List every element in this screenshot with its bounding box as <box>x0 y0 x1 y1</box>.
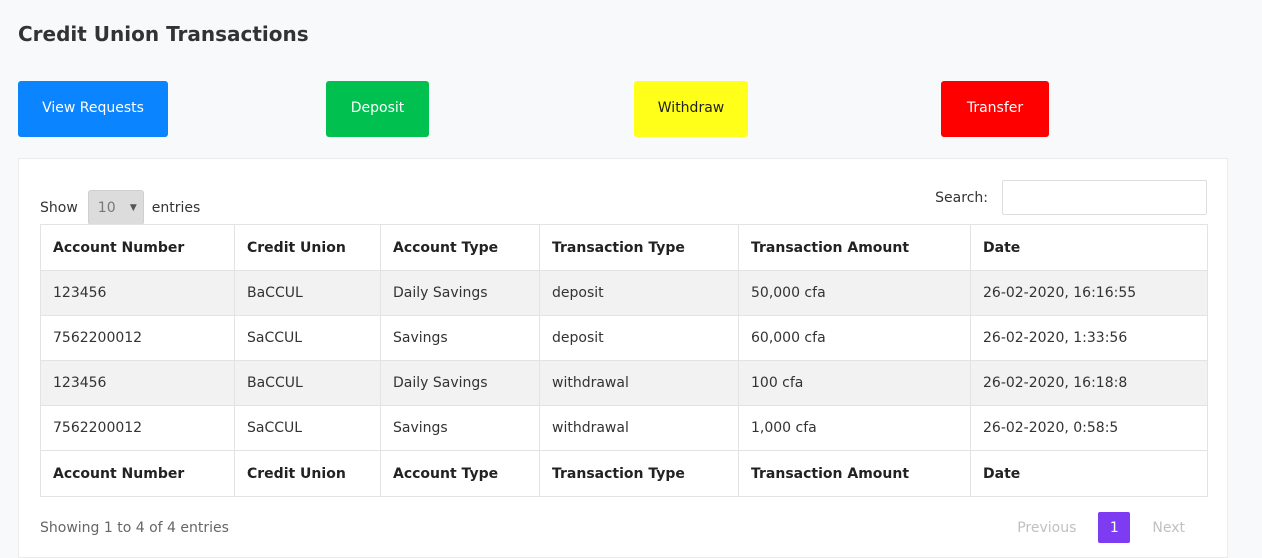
column-header-date[interactable]: Date <box>970 224 1208 271</box>
cell-account-type: Daily Savings <box>380 270 540 316</box>
column-header-credit-union[interactable]: Credit Union <box>234 224 381 271</box>
caret-down-icon: ▼ <box>129 202 137 213</box>
pagination: Previous 1 Next <box>995 512 1207 543</box>
table-row: 7562200012 SaCCUL Savings deposit 60,000… <box>40 315 1208 361</box>
table-row: 7562200012 SaCCUL Savings withdrawal 1,0… <box>40 405 1208 451</box>
previous-page-button[interactable]: Previous <box>995 520 1098 536</box>
column-header-transaction-amount[interactable]: Transaction Amount <box>738 224 971 271</box>
table-row: 123456 BaCCUL Daily Savings deposit 50,0… <box>40 270 1208 316</box>
column-header-account-number[interactable]: Account Number <box>40 224 235 271</box>
entries-select-value: 10 <box>97 199 116 216</box>
entries-select[interactable]: 10 ▼ <box>87 190 144 225</box>
cell-account-type: Savings <box>380 315 540 361</box>
entries-label: entries <box>151 199 201 216</box>
cell-account-number: 123456 <box>40 270 235 316</box>
next-page-button[interactable]: Next <box>1130 520 1207 536</box>
cell-credit-union: BaCCUL <box>234 360 381 406</box>
footer-header-transaction-type: Transaction Type <box>539 450 739 497</box>
cell-date: 26-02-2020, 1:33:56 <box>970 315 1208 361</box>
withdraw-button[interactable]: Withdraw <box>634 81 748 137</box>
table-footer-row: Account Number Credit Union Account Type… <box>40 450 1208 497</box>
cell-transaction-type: deposit <box>539 270 739 316</box>
cell-transaction-type: deposit <box>539 315 739 361</box>
search-input[interactable] <box>1002 180 1207 215</box>
footer-header-transaction-amount: Transaction Amount <box>738 450 971 497</box>
footer-header-credit-union: Credit Union <box>234 450 381 497</box>
deposit-button[interactable]: Deposit <box>326 81 429 137</box>
transfer-button[interactable]: Transfer <box>941 81 1049 137</box>
cell-credit-union: SaCCUL <box>234 315 381 361</box>
cell-account-number: 7562200012 <box>40 315 235 361</box>
cell-date: 26-02-2020, 0:58:5 <box>970 405 1208 451</box>
entries-length-control: Show 10 ▼ entries <box>40 190 200 225</box>
table-row: 123456 BaCCUL Daily Savings withdrawal 1… <box>40 360 1208 406</box>
search-control: Search: <box>935 180 1207 215</box>
cell-account-number: 123456 <box>40 360 235 406</box>
view-requests-button[interactable]: View Requests <box>18 81 168 137</box>
table-info: Showing 1 to 4 of 4 entries <box>40 520 229 536</box>
page-1-button[interactable]: 1 <box>1098 512 1131 543</box>
cell-transaction-type: withdrawal <box>539 360 739 406</box>
cell-transaction-amount: 1,000 cfa <box>738 405 971 451</box>
column-header-transaction-type[interactable]: Transaction Type <box>539 224 739 271</box>
cell-transaction-type: withdrawal <box>539 405 739 451</box>
cell-date: 26-02-2020, 16:16:55 <box>970 270 1208 316</box>
table-header-row: Account Number Credit Union Account Type… <box>40 224 1208 271</box>
cell-transaction-amount: 60,000 cfa <box>738 315 971 361</box>
footer-header-account-type: Account Type <box>380 450 540 497</box>
cell-date: 26-02-2020, 16:18:8 <box>970 360 1208 406</box>
show-label: Show <box>40 199 78 216</box>
search-label: Search: <box>935 189 988 206</box>
transactions-table: Account Number Credit Union Account Type… <box>40 224 1208 497</box>
cell-credit-union: BaCCUL <box>234 270 381 316</box>
column-header-account-type[interactable]: Account Type <box>380 224 540 271</box>
cell-account-type: Savings <box>380 405 540 451</box>
cell-credit-union: SaCCUL <box>234 405 381 451</box>
cell-account-number: 7562200012 <box>40 405 235 451</box>
footer-header-account-number: Account Number <box>40 450 235 497</box>
footer-header-date: Date <box>970 450 1208 497</box>
cell-transaction-amount: 100 cfa <box>738 360 971 406</box>
page-title: Credit Union Transactions <box>18 22 309 46</box>
cell-transaction-amount: 50,000 cfa <box>738 270 971 316</box>
cell-account-type: Daily Savings <box>380 360 540 406</box>
transactions-card: Show 10 ▼ entries Search: Account Number… <box>18 158 1228 558</box>
